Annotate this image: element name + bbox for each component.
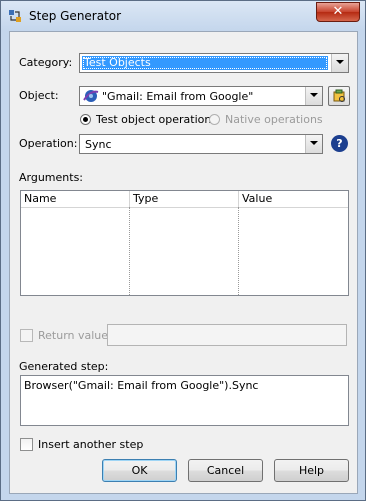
generated-step-text: Browser("Gmail: Email from Google").Sync: [24, 379, 259, 392]
generated-step-textarea[interactable]: Browser("Gmail: Email from Google").Sync: [20, 375, 349, 426]
chevron-down-icon[interactable]: [305, 135, 322, 153]
category-selected-value: Test Objects: [82, 56, 328, 70]
cancel-button[interactable]: Cancel: [188, 459, 263, 482]
insert-another-step-checkbox[interactable]: [20, 438, 33, 451]
native-operations-label: Native operations: [225, 113, 323, 126]
help-icon[interactable]: ?: [331, 135, 348, 152]
close-button[interactable]: ✕: [316, 2, 360, 22]
object-picker-icon: [333, 89, 345, 102]
dialog-frame: Step Generator ✕ Category: Test Objects …: [0, 0, 366, 501]
chevron-down-icon[interactable]: [305, 87, 322, 105]
native-operations-radio[interactable]: [209, 114, 220, 125]
chevron-down-icon[interactable]: [331, 54, 348, 72]
ok-button[interactable]: OK: [102, 459, 177, 482]
dialog-body: Category: Test Objects Object: "Gmail: E…: [9, 31, 358, 494]
operation-value: Sync: [85, 138, 112, 151]
operation-label: Operation:: [19, 137, 78, 150]
object-value: "Gmail: Email from Google": [102, 90, 254, 103]
return-value-label: Return value: [38, 329, 109, 342]
help-button[interactable]: Help: [274, 459, 349, 482]
object-select[interactable]: "Gmail: Email from Google": [79, 86, 323, 106]
window-title: Step Generator: [29, 9, 122, 23]
test-object-operations-radio[interactable]: [80, 114, 91, 125]
arguments-table[interactable]: Name Type Value: [20, 190, 349, 296]
column-header-value[interactable]: Value: [239, 191, 348, 207]
column-divider: [129, 207, 130, 295]
object-repository-button[interactable]: [328, 86, 350, 106]
operation-select[interactable]: Sync: [79, 134, 323, 154]
title-bar[interactable]: Step Generator ✕: [2, 2, 364, 30]
test-object-operations-label: Test object operations: [96, 113, 218, 126]
arguments-table-header: Name Type Value: [21, 191, 348, 208]
return-value-checkbox[interactable]: [20, 329, 33, 342]
column-header-name[interactable]: Name: [21, 191, 130, 207]
column-divider: [238, 207, 239, 295]
return-value-field[interactable]: [107, 324, 347, 346]
category-select[interactable]: Test Objects: [79, 53, 349, 73]
generated-step-label: Generated step:: [19, 360, 109, 373]
browser-object-icon: [83, 90, 99, 102]
column-header-type[interactable]: Type: [130, 191, 239, 207]
object-label: Object:: [19, 89, 59, 102]
arguments-label: Arguments:: [19, 171, 84, 184]
category-label: Category:: [19, 56, 73, 69]
step-generator-icon: [9, 10, 21, 22]
insert-another-step-label: Insert another step: [38, 438, 144, 451]
